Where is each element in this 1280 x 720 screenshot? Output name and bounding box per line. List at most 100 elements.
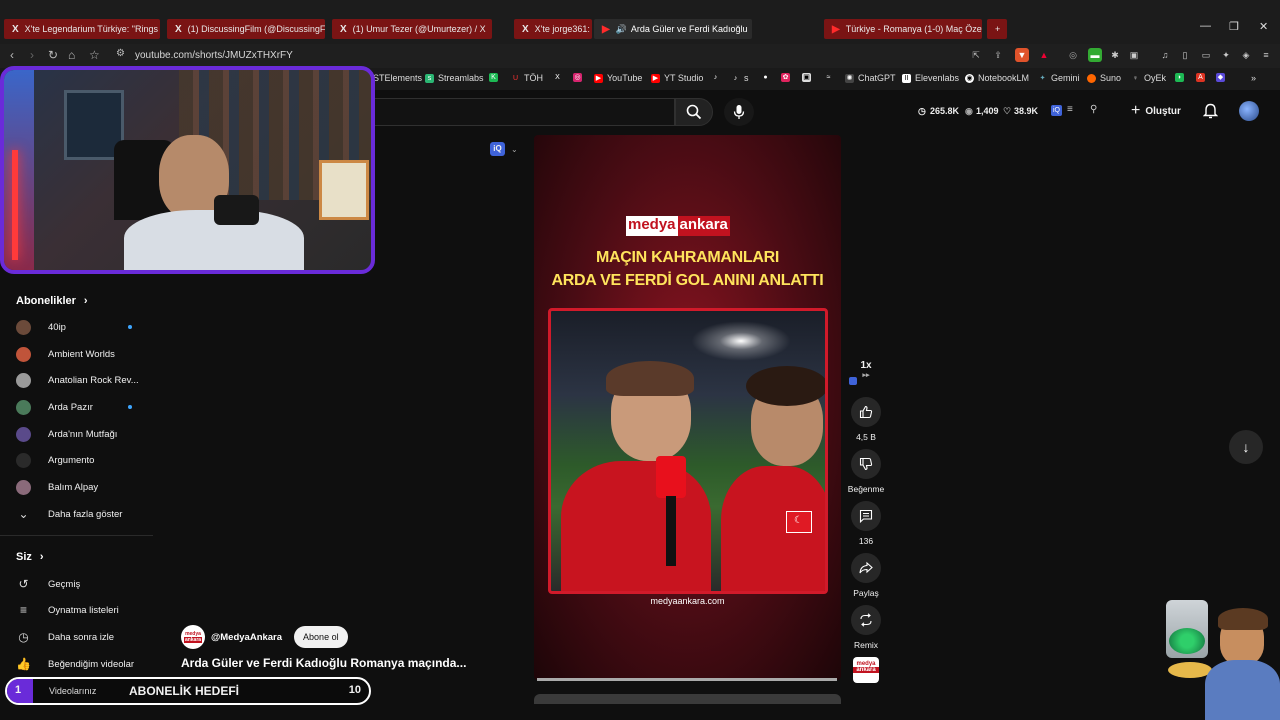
next-video-preview[interactable] [534, 694, 841, 704]
subscriptions-heading[interactable]: Abonelikler › [16, 295, 88, 307]
site-info-icon[interactable]: ⚙ [116, 48, 125, 59]
brave-shield-icon[interactable]: ▼ [1015, 48, 1029, 62]
menu-icon[interactable]: ≡ [1259, 48, 1273, 62]
next-video-button[interactable]: ↓ [1229, 430, 1263, 464]
sidebar-item-playlists[interactable]: ≡ Oynatma listeleri [16, 602, 119, 618]
subscribe-button[interactable]: Abone ol [294, 626, 348, 648]
bookmark-item[interactable]: ◗ [1175, 73, 1188, 82]
browser-tab[interactable]: X X'te Legendarium Türkiye: "Rings of [4, 19, 160, 39]
thumbs-up-icon: 👍 [16, 657, 31, 671]
channel-avatar[interactable]: medya ankara [181, 625, 205, 649]
bookmark-item[interactable]: A [1196, 73, 1209, 82]
share-button[interactable] [851, 553, 881, 583]
bookmark-item[interactable]: ◆ [1216, 73, 1229, 82]
bookmark-item[interactable]: X [553, 73, 566, 82]
subscription-item[interactable]: Argumento [16, 452, 94, 468]
remix-icon [860, 613, 872, 627]
extension-icon[interactable]: iQ [1051, 105, 1062, 116]
channel-thumbnail[interactable]: medya ankara [853, 657, 879, 683]
ai-icon[interactable]: ✦ [1219, 48, 1233, 62]
open-external-icon[interactable]: ⇱ [969, 48, 983, 62]
subscription-item[interactable]: Anatolian Rock Rev... [16, 372, 139, 388]
pin-icon[interactable]: ⚲ [1090, 104, 1097, 115]
subscription-item[interactable]: Ambient Worlds [16, 346, 115, 362]
sidebar-item-liked[interactable]: 👍 Beğendiğim videolar [16, 656, 134, 672]
search-input[interactable] [375, 98, 675, 126]
minimize-icon[interactable]: — [1200, 20, 1211, 32]
forward-icon[interactable]: › [30, 48, 34, 62]
remix-label: Remix [853, 640, 879, 650]
bookmark-item[interactable]: s Streamlabs [425, 73, 484, 83]
bookmark-item[interactable]: ● [761, 73, 774, 82]
bookmark-item[interactable]: ◉ NotebookLM [965, 73, 1029, 83]
close-window-icon[interactable]: ✕ [1259, 20, 1268, 33]
search-button[interactable] [675, 98, 713, 126]
create-button[interactable]: + Oluştur [1131, 102, 1181, 120]
you-heading[interactable]: Siz › [16, 551, 44, 563]
browser-tab[interactable]: ▶ Türkiye - Romanya (1-0) Maç Özeti | [824, 19, 982, 39]
bookmark-item[interactable]: STElements [373, 73, 422, 83]
bookmark-item[interactable]: ▣ [802, 73, 815, 82]
progress-bar[interactable] [537, 678, 837, 681]
share-icon[interactable]: ⇪ [991, 48, 1005, 62]
bookmark-item[interactable]: U TÖH [511, 73, 543, 83]
bookmark-item[interactable]: ▶ YouTube [594, 73, 642, 83]
remix-button[interactable] [851, 605, 881, 635]
vpn-icon[interactable]: ◈ [1239, 48, 1253, 62]
new-tab-button[interactable]: + [987, 19, 1007, 39]
home-icon[interactable]: ⌂ [68, 48, 75, 62]
rewards-icon[interactable]: ▲ [1037, 48, 1051, 62]
sidebar-item-your-videos[interactable]: Videolarınız [49, 686, 96, 696]
bookmark-item[interactable]: ▶ YT Studio [651, 73, 703, 83]
like-button[interactable] [851, 397, 881, 427]
avatar[interactable] [1239, 101, 1259, 121]
comments-button[interactable] [851, 501, 881, 531]
subscription-item[interactable]: Arda'nın Mutfağı [16, 426, 117, 442]
bookmark-item[interactable]: Suno [1087, 73, 1121, 83]
extension-button[interactable]: iQ ⌄ [490, 142, 518, 156]
notifications-icon[interactable] [1203, 103, 1218, 119]
list-icon[interactable]: ≡ [1067, 104, 1073, 115]
extension-icon[interactable]: ▣ [1127, 48, 1141, 62]
extension-icon[interactable]: ◎ [1066, 48, 1080, 62]
bookmark-item[interactable]: ♪ s [731, 73, 749, 83]
puzzle-icon[interactable]: ✱ [1108, 48, 1122, 62]
music-icon[interactable]: ♫ [1158, 48, 1172, 62]
bookmark-item[interactable]: ≈ [824, 73, 837, 82]
more-bookmarks-icon[interactable]: » [1251, 73, 1256, 83]
streamlabs-icon: s [425, 73, 434, 83]
extension-icon[interactable]: ▬ [1088, 48, 1102, 62]
reload-icon[interactable]: ↻ [48, 48, 58, 62]
bookmark-item[interactable]: ✺ ChatGPT [845, 73, 896, 83]
bookmark-item[interactable]: ♀ OyEk [1131, 73, 1166, 83]
maximize-icon[interactable]: ❐ [1229, 20, 1239, 33]
video-title[interactable]: Arda Güler ve Ferdi Kadıoğlu Romanya maç… [181, 656, 466, 670]
bookmark-item[interactable]: ✦ Gemini [1038, 73, 1080, 83]
bookmark-icon[interactable]: ☆ [89, 48, 100, 62]
subscription-item[interactable]: Balım Alpay [16, 479, 98, 495]
sidebar-item-watch-later[interactable]: ◷ Daha sonra izle [16, 629, 114, 645]
bookmark-item[interactable]: ♪ [711, 73, 724, 82]
show-more-button[interactable]: ⌄ Daha fazla göster [16, 506, 122, 522]
voice-search-button[interactable] [724, 98, 754, 126]
browser-tab-active[interactable]: ▶🔊Arda Güler ve Ferdi Kadıoğlu✕ [594, 19, 752, 39]
browser-tab[interactable]: X X'te jorge361: " [514, 19, 592, 39]
dislike-button[interactable] [851, 449, 881, 479]
browser-tab[interactable]: X (1) Umur Tezer (@Umurtezer) / X [332, 19, 492, 39]
arrow-down-icon: ↓ [1242, 439, 1250, 455]
bookmark-item[interactable]: ◎ [573, 73, 586, 82]
browser-tab[interactable]: X (1) DiscussingFilm (@DiscussingFilm) [167, 19, 325, 39]
tiktok-icon: ♪ [733, 74, 738, 82]
channel-name[interactable]: @MedyaAnkara [211, 632, 282, 643]
back-icon[interactable]: ‹ [10, 48, 14, 62]
bookmark-item[interactable]: ✿ [781, 73, 794, 82]
bookmark-item[interactable]: II Elevenlabs [902, 73, 959, 83]
subscription-item[interactable]: Arda Pazır [16, 399, 93, 415]
sidebar-item-history[interactable]: ↺ Geçmiş [16, 576, 80, 592]
bookmark-item[interactable]: K [489, 73, 502, 82]
youtube-icon: ▶ [832, 23, 840, 35]
url-field[interactable]: youtube.com/shorts/JMUZxTHXrFY [135, 50, 293, 61]
wallet-icon[interactable]: ▭ [1199, 48, 1213, 62]
sidebar-icon[interactable]: ▯ [1178, 48, 1192, 62]
subscription-item[interactable]: 40ip [16, 319, 66, 335]
